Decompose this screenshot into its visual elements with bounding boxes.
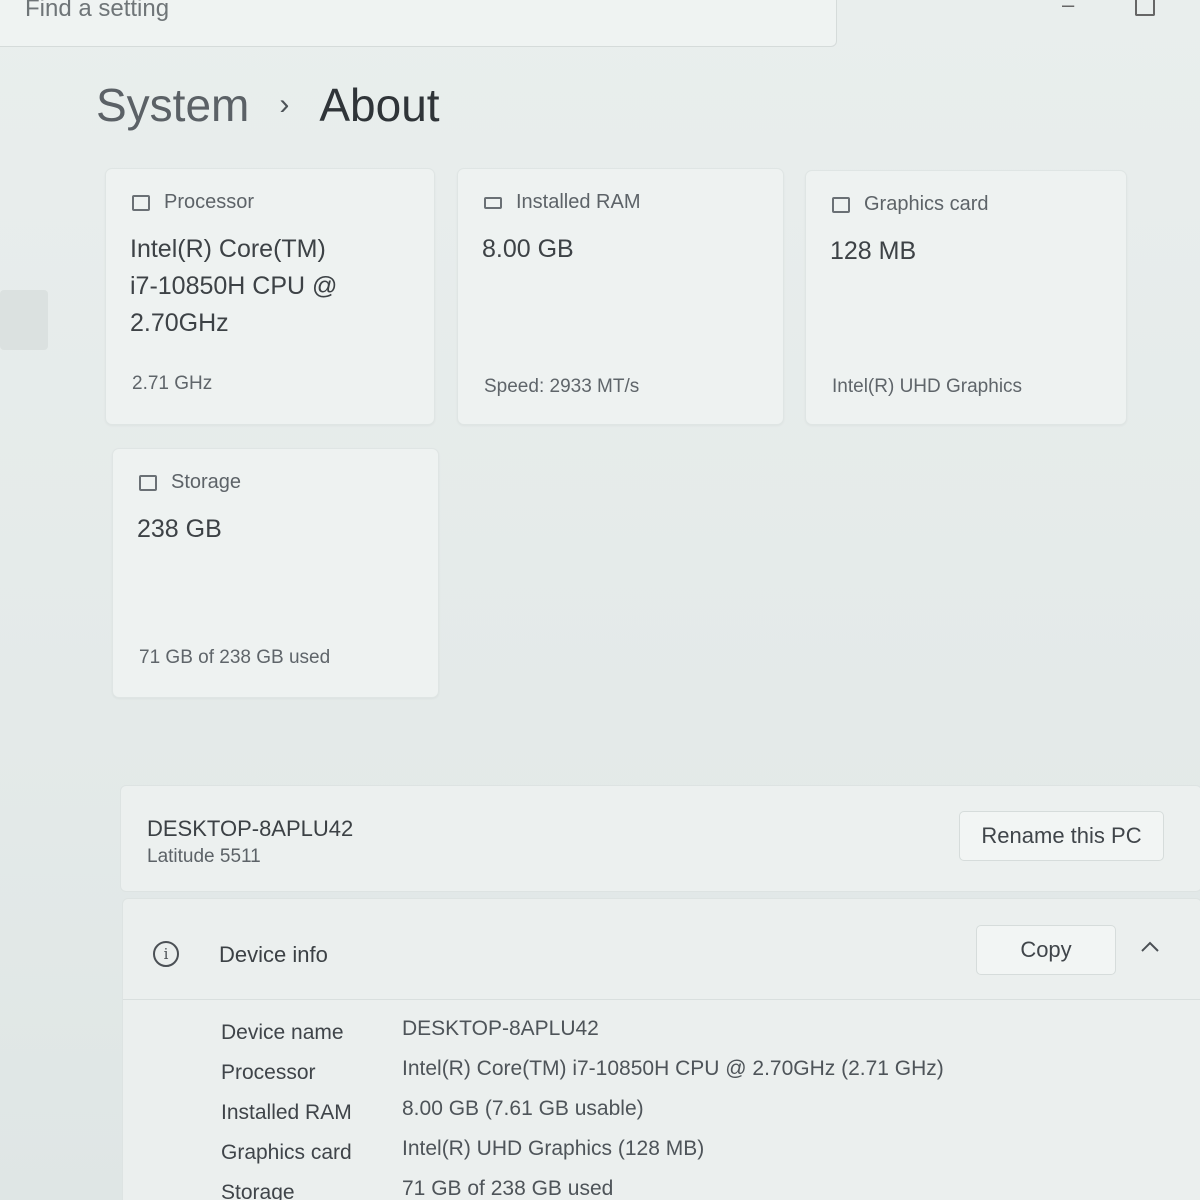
settings-window: Find a setting – System › About Processo… <box>0 0 1200 1200</box>
spec-label: Device name <box>221 1021 344 1044</box>
search-icon <box>0 0 1 20</box>
storage-card-title: Storage <box>171 471 242 493</box>
spec-label: Processor <box>221 1061 316 1084</box>
spec-label: Graphics card <box>221 1141 352 1164</box>
graphics-card-title: Graphics card <box>864 193 989 215</box>
processor-card: Processor Intel(R) Core(TM) i7-10850H CP… <box>105 168 435 425</box>
storage-card-value: 238 GB <box>137 515 222 543</box>
spec-value: Intel(R) UHD Graphics (128 MB) <box>402 1137 705 1160</box>
ram-card: Installed RAM 8.00 GB Speed: 2933 MT/s <box>457 168 784 425</box>
graphics-card-model: Intel(R) UHD Graphics <box>832 376 1023 397</box>
processor-icon <box>132 194 150 211</box>
spec-value: 71 GB of 238 GB used <box>402 1177 614 1200</box>
chevron-up-icon[interactable] <box>1139 939 1161 955</box>
ram-card-speed: Speed: 2933 MT/s <box>484 376 640 397</box>
divider <box>123 999 1200 1000</box>
spec-value: 8.00 GB (7.61 GB usable) <box>402 1097 644 1120</box>
minimize-icon[interactable]: – <box>1062 0 1080 16</box>
storage-card: Storage 238 GB 71 GB of 238 GB used <box>112 448 439 698</box>
spec-value: DESKTOP-8APLU42 <box>402 1017 599 1040</box>
breadcrumb-separator-icon: › <box>279 88 290 121</box>
spec-value: Intel(R) Core(TM) i7-10850H CPU @ 2.70GH… <box>402 1057 944 1080</box>
spec-label: Installed RAM <box>221 1101 352 1124</box>
maximize-icon[interactable] <box>1135 0 1155 16</box>
processor-card-value: Intel(R) Core(TM) i7-10850H CPU @ 2.70GH… <box>130 235 338 337</box>
graphics-card-value: 128 MB <box>830 237 917 265</box>
search-input[interactable]: Find a setting <box>25 0 169 23</box>
storage-icon <box>139 474 157 491</box>
breadcrumb: System › About <box>96 78 440 132</box>
ram-card-value: 8.00 GB <box>482 235 574 263</box>
ram-card-title: Installed RAM <box>516 191 641 213</box>
processor-card-speed: 2.71 GHz <box>132 373 213 394</box>
nav-item-selected[interactable] <box>0 290 48 350</box>
ram-icon <box>484 196 502 209</box>
device-name: DESKTOP-8APLU42 <box>147 816 354 841</box>
info-icon: i <box>153 941 179 967</box>
device-info-title: Device info <box>219 942 328 967</box>
page-title: About <box>319 79 440 131</box>
device-info-panel: i Device info Copy Device name DESKTOP-8… <box>122 898 1200 1200</box>
display-icon <box>832 196 850 213</box>
copy-button[interactable]: Copy <box>976 925 1116 975</box>
device-model: Latitude 5511 <box>147 846 261 867</box>
processor-card-title: Processor <box>164 191 255 213</box>
device-name-row: DESKTOP-8APLU42 Latitude 5511 Rename thi… <box>120 785 1200 892</box>
spec-label: Storage <box>221 1181 295 1200</box>
rename-pc-button[interactable]: Rename this PC <box>959 811 1164 861</box>
graphics-card: Graphics card 128 MB Intel(R) UHD Graphi… <box>805 170 1127 425</box>
search-box[interactable]: Find a setting <box>0 0 837 47</box>
storage-card-usage: 71 GB of 238 GB used <box>139 647 331 668</box>
breadcrumb-system[interactable]: System <box>96 78 249 132</box>
